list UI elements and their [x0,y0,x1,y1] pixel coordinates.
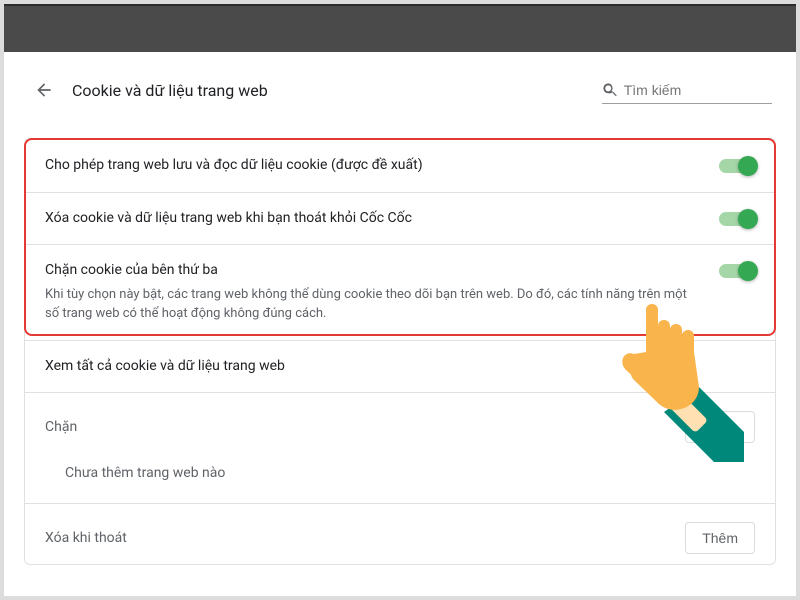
view-all-label: Xem tất cả cookie và dữ liệu trang web [45,357,735,377]
settings-card: Cho phép trang web lưu và đọc dữ liệu co… [24,138,776,565]
option-allow-cookies: Cho phép trang web lưu và đọc dữ liệu co… [25,139,775,192]
section-block: Chặn Thêm [25,392,775,453]
view-all-cookies[interactable]: Xem tất cả cookie và dữ liệu trang web [25,340,775,393]
app-topbar [4,4,796,52]
search-input[interactable] [624,82,772,98]
section-clear-on-exit: Xóa khi thoát Thêm [25,503,775,564]
option-label: Chặn cookie của bên thứ ba [45,261,699,281]
block-empty-text: Chưa thêm trang web nào [25,453,775,503]
section-block-title: Chặn [45,419,77,435]
toggle-block-third-party[interactable] [719,264,755,278]
back-button[interactable] [28,74,60,106]
option-clear-on-exit: Xóa cookie và dữ liệu trang web khi bạn … [25,192,775,245]
toggle-allow-cookies[interactable] [719,159,755,173]
section-clear-title: Xóa khi thoát [45,530,127,546]
page-title: Cookie và dữ liệu trang web [72,81,602,100]
add-clear-button[interactable]: Thêm [685,522,755,554]
arrow-left-icon [34,80,54,100]
option-description: Khi tùy chọn này bật, các trang web khôn… [45,285,699,324]
add-block-button[interactable]: Thêm [685,411,755,443]
search-icon [602,81,618,99]
option-label: Cho phép trang web lưu và đọc dữ liệu co… [45,156,699,176]
search-field[interactable] [602,77,772,104]
option-label: Xóa cookie và dữ liệu trang web khi bạn … [45,209,699,229]
toggle-clear-on-exit[interactable] [719,212,755,226]
option-block-third-party: Chặn cookie của bên thứ ba Khi tùy chọn … [25,244,775,340]
page-header: Cookie và dữ liệu trang web [24,52,776,120]
